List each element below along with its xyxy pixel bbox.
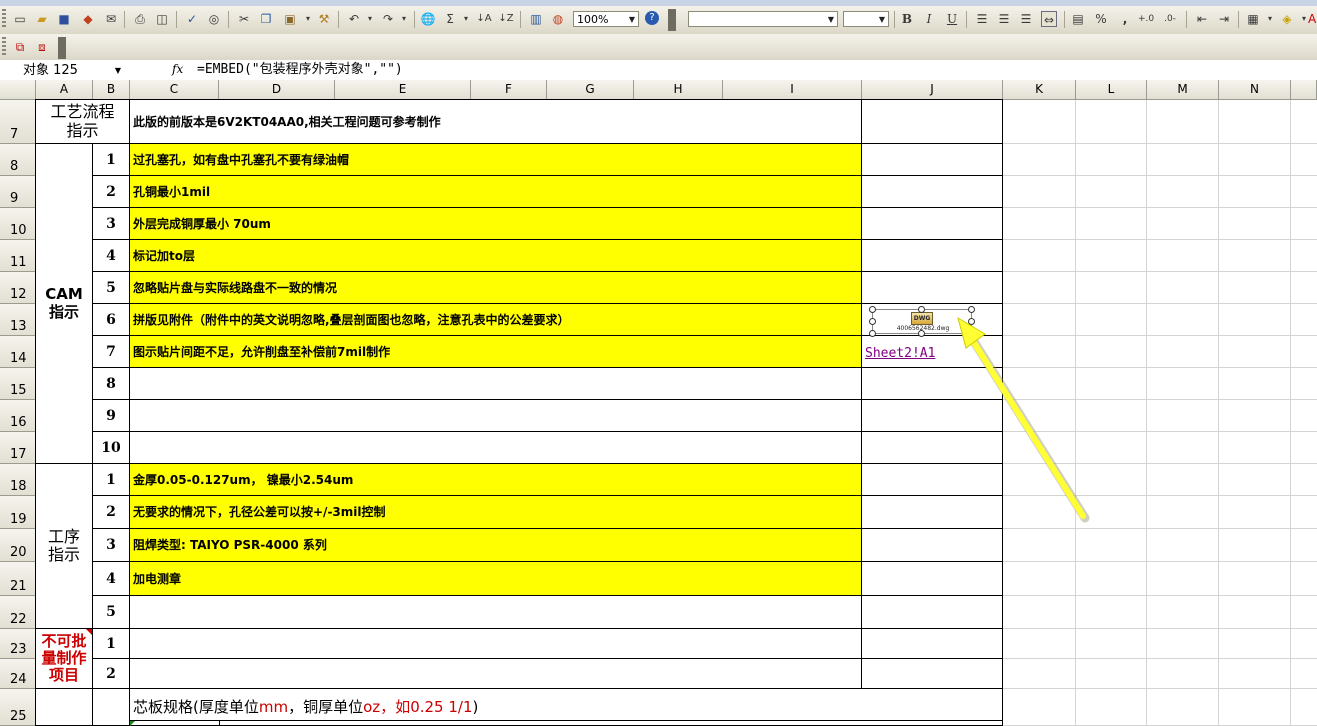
toolbar-overflow-grip[interactable] <box>58 37 66 59</box>
chevron-down-icon: ▼ <box>827 15 835 24</box>
chart-wizard-icon[interactable]: ▥ <box>528 11 544 27</box>
help-icon[interactable]: ? <box>645 11 659 25</box>
currency-icon[interactable]: ▤ <box>1070 11 1086 27</box>
autosum-icon[interactable]: Σ <box>442 11 458 27</box>
new-file-icon[interactable]: ▭ <box>12 11 28 27</box>
bold-icon[interactable]: B <box>899 11 915 27</box>
permission-icon[interactable]: ◆ <box>80 11 96 27</box>
paste-dropdown-icon[interactable]: ▾ <box>300 11 316 27</box>
drawing-icon[interactable]: ◍ <box>550 11 566 27</box>
borders-icon[interactable]: ▦ <box>1245 11 1261 27</box>
pdf-convert-icon[interactable]: ⧉ <box>12 39 28 55</box>
copy-icon[interactable]: ❐ <box>258 11 274 27</box>
toolbar-separator <box>1186 11 1187 28</box>
name-box-value: 对象 125 <box>23 63 78 78</box>
print-preview-icon[interactable]: ◫ <box>154 11 170 27</box>
font-name-select[interactable]: ▼ <box>688 11 838 27</box>
align-right-icon[interactable]: ☰ <box>1018 11 1034 27</box>
pdf-toolbar: ⧉ ⧈ <box>0 34 1317 61</box>
align-center-icon[interactable]: ☰ <box>996 11 1012 27</box>
formula-bar: 对象 125 ▼ fx =EMBED("包装程序外壳对象","") <box>0 60 1317 81</box>
annotation-arrow <box>957 316 1090 523</box>
sort-desc-icon[interactable]: ↓Z <box>498 11 514 27</box>
arrow-shaft <box>963 327 1086 519</box>
undo-dropdown-icon[interactable]: ▾ <box>362 11 378 27</box>
zoom-value: 100% <box>577 13 609 26</box>
toolbar-grip[interactable] <box>2 37 6 57</box>
hyperlink-icon[interactable]: 🌐 <box>420 11 436 27</box>
merge-center-icon[interactable]: ⇔ <box>1041 11 1057 27</box>
open-folder-icon[interactable]: ▰ <box>34 11 50 27</box>
redo-icon[interactable]: ↷ <box>380 11 396 27</box>
toolbar-separator <box>124 11 125 28</box>
function-icon[interactable]: fx <box>172 61 188 78</box>
toolbar-separator <box>520 11 521 28</box>
name-box[interactable]: 对象 125 ▼ <box>2 61 126 78</box>
toolbar-separator <box>894 11 895 28</box>
print-icon[interactable]: ⎙ <box>132 11 148 27</box>
chevron-down-icon: ▼ <box>628 15 636 24</box>
toolbar-separator <box>414 11 415 28</box>
toolbar-separator <box>1238 11 1239 28</box>
undo-icon[interactable]: ↶ <box>346 11 362 27</box>
email-icon[interactable]: ✉ <box>103 11 119 27</box>
toolbar-separator <box>228 11 229 28</box>
borders-dropdown-icon[interactable]: ▾ <box>1262 11 1278 27</box>
align-left-icon[interactable]: ☰ <box>974 11 990 27</box>
toolbar-grip[interactable] <box>2 9 6 29</box>
save-icon[interactable]: ■ <box>56 11 72 27</box>
standard-toolbar: ▭ ▰ ■ ◆ ✉ ⎙ ◫ ✓ ◎ ✂ ❐ ▣ ▾ ⚒ ↶ ▾ ↷ ▾ 🌐 Σ … <box>0 6 1317 35</box>
worksheet-grid[interactable]: A B C D E F G H I J K L M N 7 8 9 10 11 12 13 14 15 16 17 18 19 20 2… <box>0 80 1317 726</box>
toolbar-separator <box>1064 11 1065 28</box>
pdf-email-icon[interactable]: ⧈ <box>34 39 50 55</box>
increase-indent-icon[interactable]: ⇥ <box>1216 11 1232 27</box>
spelling-icon[interactable]: ✓ <box>184 11 200 27</box>
toolbar-separator <box>338 11 339 28</box>
comma-icon[interactable]: , <box>1117 11 1133 27</box>
percent-icon[interactable]: % <box>1093 11 1109 27</box>
increase-decimal-icon[interactable]: +.0 <box>1138 11 1154 27</box>
formula-input[interactable]: =EMBED("包装程序外壳对象","") <box>197 61 403 78</box>
font-color-icon[interactable]: A <box>1308 11 1316 27</box>
paste-icon[interactable]: ▣ <box>282 11 298 27</box>
zoom-select[interactable]: 100% ▼ <box>573 11 639 27</box>
arrow-head <box>957 316 986 349</box>
italic-icon[interactable]: I <box>921 11 937 27</box>
underline-icon[interactable]: U <box>944 11 960 27</box>
toolbar-separator <box>966 11 967 28</box>
chevron-down-icon: ▼ <box>114 66 121 75</box>
autosum-dropdown-icon[interactable]: ▾ <box>458 11 474 27</box>
font-size-select[interactable]: ▼ <box>843 11 889 27</box>
toolbar-separator <box>176 11 177 28</box>
research-icon[interactable]: ◎ <box>206 11 222 27</box>
format-painter-icon[interactable]: ⚒ <box>316 11 332 27</box>
redo-dropdown-icon[interactable]: ▾ <box>396 11 412 27</box>
toolbar-overflow-grip[interactable] <box>668 9 676 31</box>
sort-asc-icon[interactable]: ↓A <box>476 11 492 27</box>
decrease-decimal-icon[interactable]: .0- <box>1162 11 1178 27</box>
fill-color-icon[interactable]: ◈ <box>1279 11 1295 27</box>
chevron-down-icon: ▼ <box>878 15 886 24</box>
cut-icon[interactable]: ✂ <box>236 11 252 27</box>
decrease-indent-icon[interactable]: ⇤ <box>1194 11 1210 27</box>
